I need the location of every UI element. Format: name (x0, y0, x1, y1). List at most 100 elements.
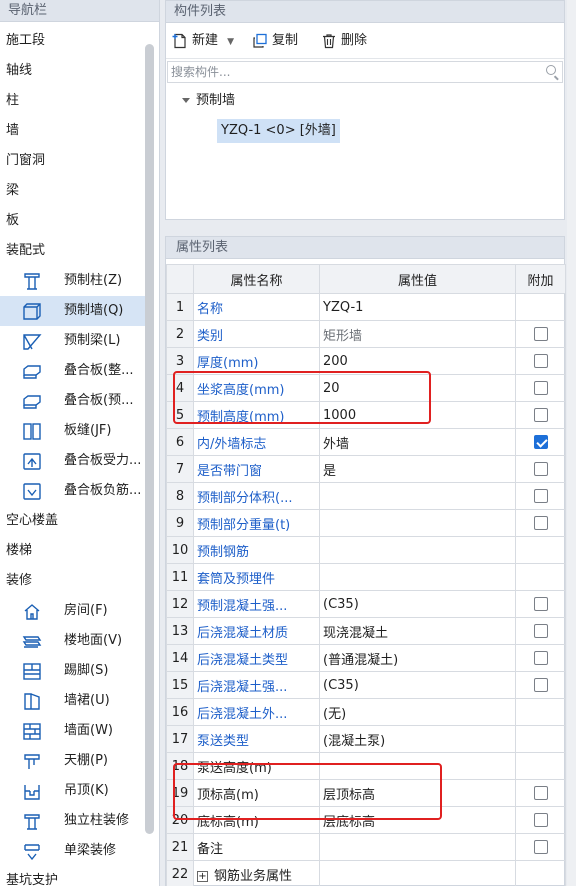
nav-item[interactable]: 板缝(JF) (0, 416, 145, 446)
nav-list: 施工段 轴线柱墙门窗洞梁板装配式 预制柱(Z) 预制墙(Q) 预制梁(L) 叠合板(整..… (0, 26, 145, 886)
new-button[interactable]: 新建 ▼ (172, 31, 234, 51)
extra-checkbox[interactable] (533, 462, 548, 476)
property-row[interactable]: 14 后浇混凝土类型 (普通混凝土) (166, 644, 566, 672)
extra-checkbox[interactable] (533, 435, 548, 449)
property-value[interactable]: (混凝土泵) (319, 725, 516, 753)
nav-item[interactable]: 房间(F) (0, 596, 145, 626)
property-value[interactable] (319, 860, 516, 886)
search-input[interactable]: 搜索构件... (167, 61, 563, 83)
nav-item[interactable]: 单梁装修 (0, 836, 145, 866)
chevron-down-icon[interactable]: ▼ (227, 37, 234, 47)
delete-button[interactable]: 删除 (321, 31, 367, 51)
nav-item[interactable]: 天棚(P) (0, 746, 145, 776)
tree-node-precast-wall[interactable]: 预制墙 (182, 89, 235, 113)
property-row[interactable]: 2 类别 矩形墙 (166, 320, 566, 348)
extra-checkbox[interactable] (533, 651, 548, 665)
property-row[interactable]: 16 后浇混凝土外... (无) (166, 698, 566, 726)
extra-checkbox[interactable] (533, 489, 548, 503)
extra-checkbox[interactable] (533, 813, 548, 827)
property-row[interactable]: 7 是否带门窗 是 (166, 455, 566, 483)
property-row[interactable]: 15 后浇混凝土强... (C35) (166, 671, 566, 699)
property-value[interactable] (319, 563, 516, 591)
nav-category[interactable]: 轴线 (0, 56, 145, 86)
extra-checkbox[interactable] (533, 786, 548, 800)
property-value[interactable]: YZQ-1 (319, 293, 516, 321)
nav-category[interactable]: 门窗洞 (0, 146, 145, 176)
property-name-text: 后浇混凝土外... (197, 706, 288, 722)
property-value[interactable] (319, 509, 516, 537)
nav-category[interactable]: 基坑支护 (0, 866, 145, 886)
property-value[interactable]: 外墙 (319, 428, 516, 456)
nav-item[interactable]: 楼地面(V) (0, 626, 145, 656)
nav-item[interactable]: 预制梁(L) (0, 326, 145, 356)
property-row[interactable]: 11 套筒及预埋件 (166, 563, 566, 591)
nav-category[interactable]: 墙 (0, 116, 145, 146)
property-value[interactable]: (C35) (319, 590, 516, 618)
nav-item[interactable]: 墙裙(U) (0, 686, 145, 716)
extra-checkbox[interactable] (533, 354, 548, 368)
nav-scrollbar[interactable] (145, 44, 154, 834)
property-value[interactable]: 是 (319, 455, 516, 483)
nav-category[interactable]: 空心楼盖 (0, 506, 145, 536)
extra-checkbox[interactable] (533, 597, 548, 611)
tree-item-yzq-1[interactable]: YZQ-1 <0> [外墙] (217, 119, 340, 143)
extra-checkbox[interactable] (533, 840, 548, 854)
expand-plus-icon[interactable]: + (197, 870, 208, 882)
nav-item[interactable]: 踢脚(S) (0, 656, 145, 686)
nav-item[interactable]: 叠合板负筋... (0, 476, 145, 506)
copy-button[interactable]: 复制 (252, 31, 298, 51)
slab-stress-rebar-icon (22, 452, 42, 471)
nav-category[interactable]: 装修 (0, 566, 145, 596)
property-value[interactable]: (普通混凝土) (319, 644, 516, 672)
property-row[interactable]: 17 泵送类型 (混凝土泵) (166, 725, 566, 753)
row-index: 6 (166, 428, 194, 456)
extra-checkbox[interactable] (533, 678, 548, 692)
property-name-text: 预制混凝土强... (197, 598, 288, 614)
extra-checkbox[interactable] (533, 408, 548, 422)
nav-item-label: 预制梁(L) (64, 333, 121, 348)
property-name: 名称 (193, 293, 320, 321)
extra-cell (515, 320, 566, 348)
expand-arrow-icon[interactable] (182, 98, 190, 103)
extra-checkbox[interactable] (533, 381, 548, 395)
nav-item[interactable]: 吊顶(K) (0, 776, 145, 806)
nav-item[interactable]: 叠合板(整... (0, 356, 145, 386)
property-row[interactable]: 6 内/外墙标志 外墙 (166, 428, 566, 456)
col-header-value[interactable]: 属性值 (319, 264, 516, 294)
property-row[interactable]: 21 备注 (166, 833, 566, 861)
property-row[interactable]: 8 预制部分体积(... (166, 482, 566, 510)
property-value[interactable]: 现浇混凝土 (319, 617, 516, 645)
property-row[interactable]: 12 预制混凝土强... (C35) (166, 590, 566, 618)
nav-category[interactable]: 柱 (0, 86, 145, 116)
extra-checkbox[interactable] (533, 327, 548, 341)
property-value[interactable] (319, 482, 516, 510)
property-name-text: 钢筋业务属性 (214, 868, 293, 884)
nav-category[interactable]: 梁 (0, 176, 145, 206)
property-value[interactable]: 矩形墙 (319, 320, 516, 348)
extra-checkbox[interactable] (533, 624, 548, 638)
nav-item[interactable]: 叠合板(预... (0, 386, 145, 416)
nav-item[interactable]: 预制墙(Q) (0, 296, 145, 326)
nav-item[interactable]: 独立柱装修 (0, 806, 145, 836)
property-row[interactable]: 9 预制部分重量(t) (166, 509, 566, 537)
col-header-extra[interactable]: 附加 (515, 264, 566, 294)
property-row[interactable]: 10 预制钢筋 (166, 536, 566, 564)
nav-item[interactable]: 墙面(W) (0, 716, 145, 746)
nav-item[interactable]: 预制柱(Z) (0, 266, 145, 296)
search-icon[interactable] (546, 65, 556, 75)
property-value[interactable] (319, 833, 516, 861)
nav-category[interactable]: 板 (0, 206, 145, 236)
nav-category[interactable]: 施工段 (0, 26, 145, 56)
extra-checkbox[interactable] (533, 516, 548, 530)
property-row[interactable]: 22 + 钢筋业务属性 (166, 860, 566, 886)
property-row[interactable]: 13 后浇混凝土材质 现浇混凝土 (166, 617, 566, 645)
property-value[interactable]: (C35) (319, 671, 516, 699)
nav-category[interactable]: 装配式 (0, 236, 145, 266)
property-value[interactable]: (无) (319, 698, 516, 726)
nav-category[interactable]: 楼梯 (0, 536, 145, 566)
property-value[interactable] (319, 536, 516, 564)
col-header-name[interactable]: 属性名称 (193, 264, 320, 294)
nav-item[interactable]: 叠合板受力... (0, 446, 145, 476)
property-row[interactable]: 1 名称 YZQ-1 (166, 293, 566, 321)
property-name: 备注 (193, 833, 320, 861)
